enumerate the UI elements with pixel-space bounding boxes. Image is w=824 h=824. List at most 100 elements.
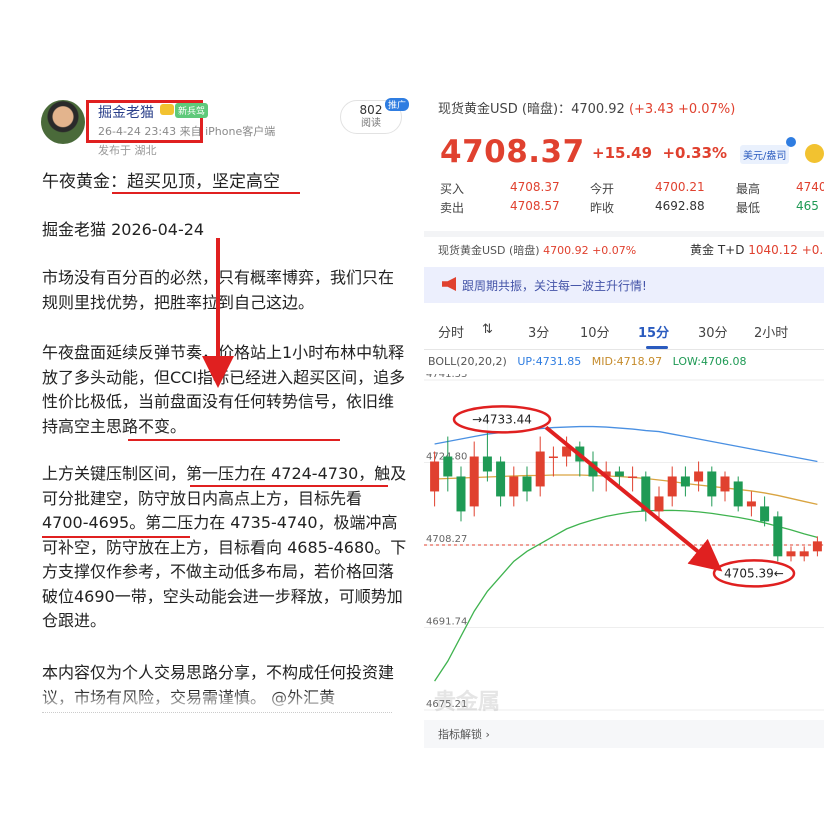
boll-up-value: UP:4731.85	[517, 355, 582, 368]
quote-header-price: 4700.92	[571, 102, 625, 117]
annotation-label: 4705.39←	[724, 566, 784, 580]
reads-count: 802	[359, 103, 383, 117]
quote-value: 4708.37	[510, 180, 560, 194]
tab-period[interactable]: 30分	[698, 322, 728, 341]
quote-label: 昨收	[590, 201, 615, 215]
period-tabs: 分时 3分 10分 15分 30分 2小时 ⇅	[424, 320, 824, 349]
candlestick-chart[interactable]: 4741.334724.804708.274691.744675.21→4733…	[424, 374, 824, 720]
post-meta: 26-4-24 23:43 来自 iPhone客户端	[98, 125, 276, 138]
chart-settings-icon[interactable]: ⇅	[482, 322, 493, 337]
price-change: +15.49 +0.33%	[592, 144, 727, 162]
related-quote-1[interactable]: 现货黄金USD (暗盘) 4700.92 +0.07%	[438, 242, 636, 258]
current-price: 4708.37	[440, 134, 585, 170]
candle-body	[614, 471, 624, 477]
candle-body	[654, 496, 664, 512]
watermark: 贵金属	[434, 690, 501, 715]
candle-body	[733, 481, 743, 507]
quote-header-name: 现货黄金USD (暗盘)：	[438, 102, 572, 117]
candle-body	[760, 506, 770, 522]
divider	[42, 712, 392, 713]
promo-banner[interactable]: 跟周期共振，关注每一波主升行情!	[424, 267, 824, 303]
quote-grid: 买入 4708.37 今开 4700.21 最高 4740 卖出 4708.57 昨收 4692.…	[440, 180, 824, 218]
boll-label: BOLL(20,20,2)	[428, 355, 507, 368]
related-quote-2[interactable]: 黄金 T+D 1040.12 +0.5	[690, 241, 824, 258]
boll-lower-line	[434, 509, 818, 682]
post-panel: 掘金老猫 新兵驾 26-4-24 23:43 来自 iPhone客户端 发布于 …	[0, 0, 412, 824]
banner-text: 跟周期共振，关注每一波主升行情!	[462, 279, 647, 293]
y-tick-label: 4741.33	[426, 374, 467, 380]
y-tick-label: 4708.27	[426, 534, 467, 545]
candle-body	[535, 451, 545, 487]
related-quote-name: 现货黄金USD (暗盘)	[438, 244, 540, 257]
quote-label: 卖出	[440, 201, 465, 215]
quote-row: 卖出 4708.57 昨收 4692.88 最低 465	[440, 199, 824, 218]
quote-row: 买入 4708.37 今开 4700.21 最高 4740	[440, 180, 824, 199]
reads-label: 阅读	[361, 118, 381, 129]
boll-legend: BOLL(20,20,2) UP:4731.85 MID:4718.97 LOW…	[428, 355, 746, 368]
candle-body	[430, 461, 440, 492]
candle-body	[773, 516, 783, 557]
tab-period[interactable]: 10分	[580, 322, 610, 341]
alert-bell-icon[interactable]	[805, 144, 824, 163]
candle-body	[680, 476, 690, 487]
candle-body	[482, 456, 492, 472]
change-amount: +15.49	[592, 144, 653, 162]
annotation-underline	[128, 439, 340, 441]
candle-body	[667, 476, 677, 497]
text-fade	[0, 690, 412, 714]
post-byline: 掘金老猫 2026-04-24	[42, 220, 205, 239]
candle-body	[707, 471, 717, 497]
quote-label: 今开	[590, 182, 615, 196]
speaker-icon	[442, 277, 456, 291]
candle-body	[509, 476, 519, 497]
annotation-underline	[190, 485, 388, 487]
change-percent: +0.33%	[662, 144, 728, 162]
candle-body	[496, 461, 506, 497]
quote-value: 4708.57	[510, 199, 560, 213]
candle-body	[746, 501, 756, 507]
author-name[interactable]: 掘金老猫	[98, 102, 154, 122]
candle-body	[522, 476, 532, 492]
quote-header: 现货黄金USD (暗盘)：4700.92 (+3.43 +0.07%)	[438, 98, 735, 117]
y-tick-label: 4691.74	[426, 617, 467, 628]
quote-value: 4740	[796, 180, 824, 194]
candle-body	[628, 476, 638, 478]
post-title: 午夜黄金：超买见顶，坚定高空	[42, 172, 280, 192]
boll-low-value: LOW:4706.08	[672, 355, 747, 368]
quote-value: 4700.21	[655, 180, 705, 194]
promote-tag[interactable]: 推广	[385, 98, 410, 111]
section-divider	[424, 231, 824, 237]
candle-body	[548, 456, 558, 459]
candle-body	[720, 476, 730, 492]
candle-body	[443, 456, 453, 477]
quote-label: 买入	[440, 182, 465, 196]
boll-mid-line	[434, 474, 818, 506]
indicator-unlock-button[interactable]: 指标解锁 ›	[438, 726, 490, 742]
quote-header-change: (+3.43 +0.07%)	[628, 102, 736, 117]
newbie-badge: 新兵驾	[175, 103, 209, 118]
post-location: 发布于 湖北	[98, 144, 157, 157]
tab-period[interactable]: 2小时	[754, 322, 788, 341]
quote-value: 465	[796, 199, 819, 213]
tab-period[interactable]: 3分	[528, 322, 549, 341]
candle-body	[812, 541, 822, 552]
quote-value: 4692.88	[655, 199, 705, 213]
candle-body	[456, 476, 466, 512]
post-paragraph-2: 午夜盘面延续反弹节奏，价格站上1小时布林中轨释放了多头动能，但CCI指标已经进入…	[42, 343, 406, 436]
tab-period[interactable]: 15分	[638, 322, 669, 341]
author-avatar[interactable]	[41, 100, 85, 144]
related-quote-price: 1040.12 +0.5	[748, 243, 824, 257]
post-paragraph-3: 上方关键压制区间，第一压力在 4724-4730，触及可分批建空，防守放日内高点…	[42, 464, 407, 630]
footer-label: 指标解锁	[438, 728, 482, 741]
tab-period[interactable]: 分时	[438, 322, 464, 341]
candle-body	[786, 551, 796, 557]
quote-label: 最低	[736, 201, 761, 215]
quote-label: 最高	[736, 182, 761, 196]
candle-body	[694, 471, 704, 482]
unit-button[interactable]: 美元/盎司	[740, 145, 790, 164]
related-quote-price: 4700.92 +0.07%	[543, 244, 637, 257]
quote-panel: 现货黄金USD (暗盘)：4700.92 (+3.43 +0.07%) 4708…	[424, 84, 824, 748]
notification-badge	[786, 137, 796, 147]
annotation-underline	[42, 536, 190, 538]
post-paragraph-1: 市场没有百分百的必然，只有概率博弈，我们只在规则里找优势，把胜率拉到自己这边。	[42, 268, 395, 312]
